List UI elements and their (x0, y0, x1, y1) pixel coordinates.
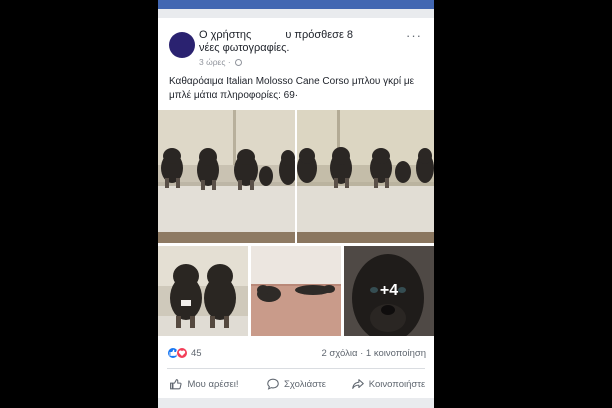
app-top-bar (158, 0, 434, 9)
post-timestamp[interactable]: 3 ώρες (199, 57, 225, 67)
share-label: Κοινοποιήστε (368, 378, 426, 390)
share-arrow-icon (351, 379, 364, 389)
more-options-icon[interactable]: ··· (406, 28, 422, 43)
phone-screen: Ο χρήστης υ πρόσθεσε 8 νέες φωτογραφίες. … (158, 0, 434, 408)
feed-background (158, 398, 434, 408)
post-card: Ο χρήστης υ πρόσθεσε 8 νέες φωτογραφίες. … (158, 18, 434, 408)
post-photo-2[interactable] (297, 110, 434, 243)
post-photo-5[interactable]: +4 (344, 246, 434, 336)
post-photo-3[interactable] (158, 246, 248, 336)
post-photo-1[interactable] (158, 110, 295, 243)
like-button[interactable]: Μου αρέσει! (158, 369, 250, 399)
post-photo-4[interactable] (251, 246, 341, 336)
like-label: Μου αρέσει! (187, 378, 239, 390)
share-button[interactable]: Κοινοποιήστε (342, 369, 434, 399)
comment-button[interactable]: Σχολιάστε (250, 369, 342, 399)
globe-icon (235, 59, 243, 66)
love-reaction-icon (176, 347, 188, 359)
post-author-line[interactable]: Ο χρήστης υ πρόσθεσε 8 νέες φωτογραφίες. (199, 29, 404, 55)
comment-label: Σχολιάστε (284, 378, 326, 390)
author-avatar[interactable] (169, 32, 195, 58)
author-action: υ πρόσθεσε 8 (285, 29, 354, 41)
author-name[interactable]: Ο χρήστης (199, 29, 251, 41)
post-stats: 45 2 σχόλια · 1 κοινοποίηση (158, 343, 434, 363)
comments-shares-count[interactable]: 2 σχόλια · 1 κοινοποίηση (321, 348, 426, 359)
post-text: Καθαρόαιμα Italian Molosso Cane Corso μπ… (169, 76, 415, 101)
more-photos-count[interactable]: +4 (344, 246, 434, 336)
reaction-icons[interactable] (167, 347, 189, 359)
comment-bubble-icon (267, 378, 279, 390)
thumbs-up-icon (170, 379, 183, 390)
post-meta: 3 ώρες · (199, 57, 243, 67)
author-action-continued: νέες φωτογραφίες. (199, 42, 290, 54)
reaction-count[interactable]: 45 (191, 348, 202, 359)
meta-separator: · (227, 57, 231, 67)
post-actions: Μου αρέσει! Σχολιάστε Κοινοποιήστε (158, 369, 434, 399)
